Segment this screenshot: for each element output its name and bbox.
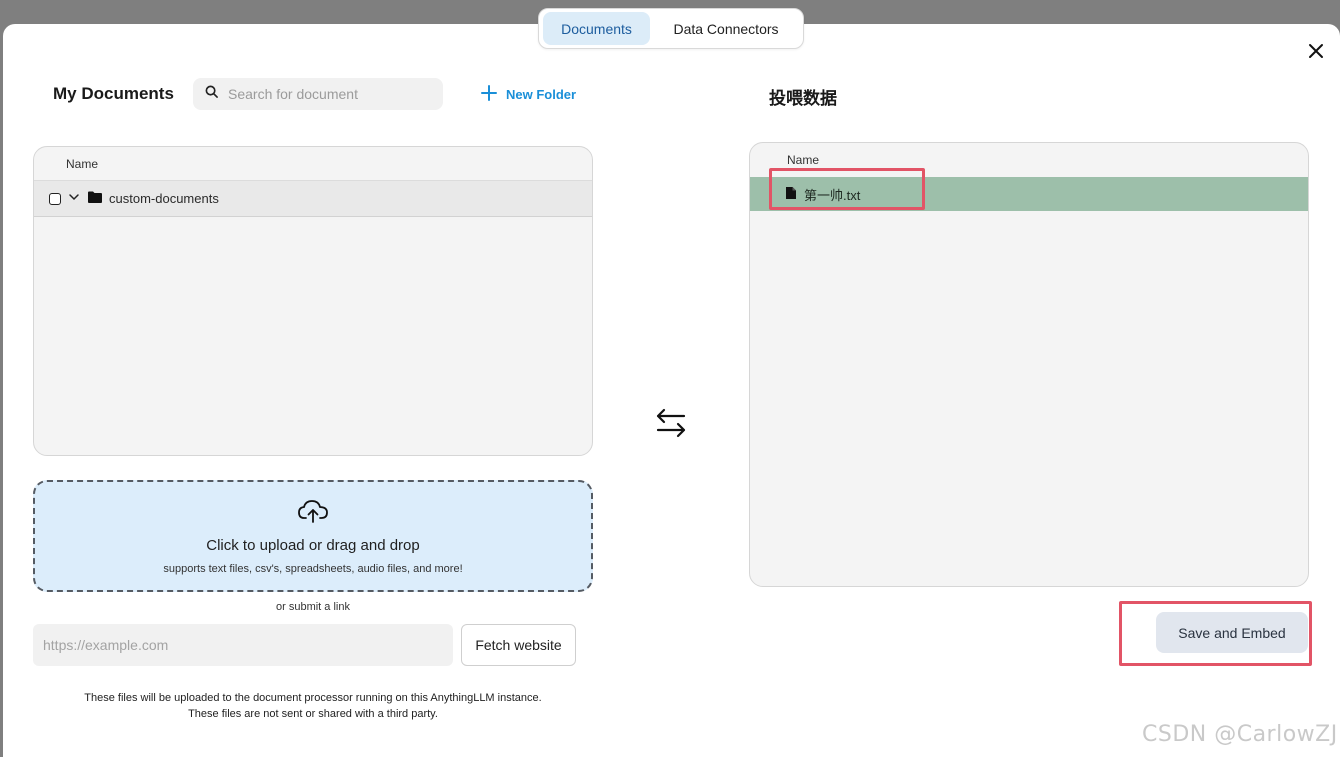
search-input[interactable] <box>228 86 428 102</box>
column-header-name: Name <box>34 147 592 181</box>
upload-subtitle: supports text files, csv's, spreadsheets… <box>163 563 463 575</box>
or-submit-link-text: or submit a link <box>276 601 350 613</box>
tab-switcher: Documents Data Connectors <box>538 8 804 49</box>
workspace-documents-list: Name 第一帅.txt <box>749 142 1309 587</box>
workspace-title: 投喂数据 <box>769 89 837 108</box>
file-name: 第一帅.txt <box>804 187 861 203</box>
folder-name: custom-documents <box>109 191 219 206</box>
my-documents-title: My Documents <box>53 84 174 103</box>
new-folder-label: New Folder <box>506 87 577 102</box>
notice-line-2: These files are not sent or shared with … <box>188 708 438 720</box>
folder-checkbox[interactable] <box>49 192 61 205</box>
search-icon <box>205 85 218 103</box>
file-icon <box>785 186 797 203</box>
column-header-name: Name <box>787 153 820 167</box>
notice-line-1: These files will be uploaded to the docu… <box>84 692 542 704</box>
chevron-down-icon[interactable] <box>67 190 81 207</box>
watermark: CSDN @CarlowZJ <box>1142 722 1338 747</box>
folder-icon <box>87 190 103 207</box>
swap-arrows-icon[interactable] <box>654 407 688 439</box>
fetch-website-button[interactable]: Fetch website <box>461 624 576 666</box>
search-box <box>193 78 443 110</box>
plus-icon <box>480 84 498 105</box>
my-documents-list: Name custom-documents <box>33 146 593 456</box>
new-folder-button[interactable]: New Folder <box>480 84 576 105</box>
upload-dropzone[interactable]: Click to upload or drag and drop support… <box>33 480 593 592</box>
close-icon[interactable] <box>1306 41 1326 61</box>
upload-notice: These files will be uploaded to the docu… <box>0 690 626 722</box>
url-input[interactable] <box>33 624 453 666</box>
tab-data-connectors[interactable]: Data Connectors <box>656 12 796 45</box>
cloud-upload-icon <box>297 498 329 529</box>
upload-title: Click to upload or drag and drop <box>206 537 420 554</box>
tab-documents[interactable]: Documents <box>543 12 650 45</box>
save-and-embed-button[interactable]: Save and Embed <box>1156 612 1308 653</box>
file-row[interactable]: 第一帅.txt <box>750 177 1308 211</box>
folder-row[interactable]: custom-documents <box>34 181 592 217</box>
